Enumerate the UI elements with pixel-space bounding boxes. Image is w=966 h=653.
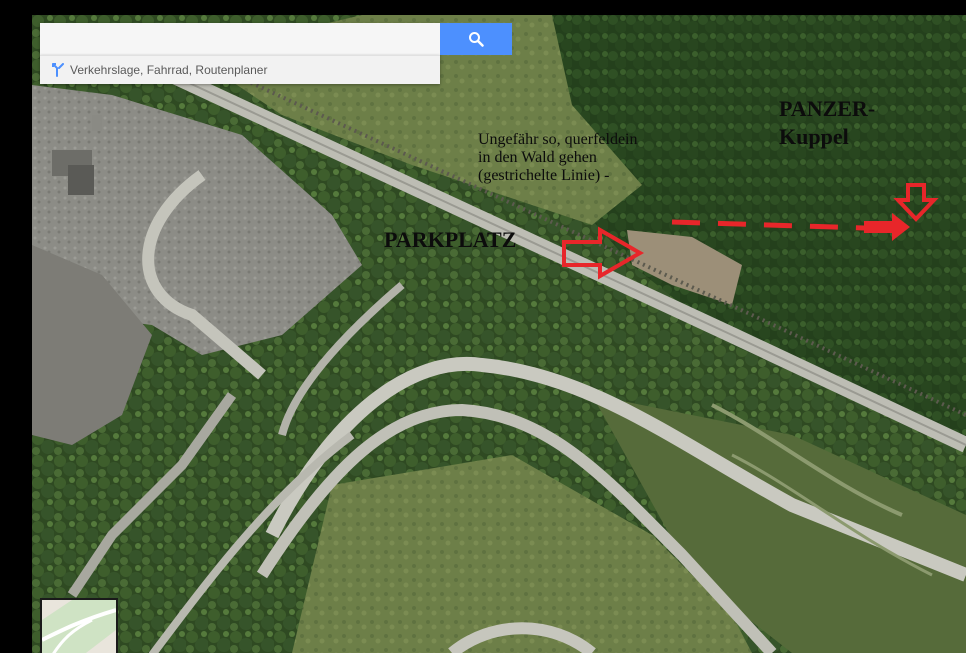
search-box — [40, 23, 440, 55]
screenshot-frame: Ungefähr so, querfeldein in den Wald geh… — [0, 0, 966, 653]
satellite-map[interactable]: Ungefähr so, querfeldein in den Wald geh… — [32, 15, 966, 653]
search-button[interactable] — [440, 23, 512, 55]
layers-bar-label: Verkehrslage, Fahrrad, Routenplaner — [70, 63, 268, 77]
route-note-line-2: in den Wald gehen — [478, 149, 597, 166]
directions-icon — [52, 63, 64, 77]
panzer-kuppel-label: PANZER- Kuppel — [779, 95, 875, 151]
route-note: Ungefähr so, querfeldein in den Wald geh… — [478, 131, 638, 185]
route-note-line-3: (gestrichelte Linie) - — [478, 167, 610, 184]
search-icon — [469, 32, 484, 47]
map-view-thumbnail[interactable] — [40, 598, 118, 653]
panzer-label-line-2: Kuppel — [779, 124, 849, 149]
map-thumbnail-icon — [42, 600, 116, 653]
panzer-label-line-1: PANZER- — [779, 96, 876, 121]
search-input[interactable] — [40, 23, 432, 55]
layers-bar[interactable]: Verkehrslage, Fahrrad, Routenplaner — [40, 55, 440, 84]
route-note-line-1: Ungefähr so, querfeldein — [478, 131, 638, 148]
parking-label: PARKPLATZ — [384, 227, 517, 252]
